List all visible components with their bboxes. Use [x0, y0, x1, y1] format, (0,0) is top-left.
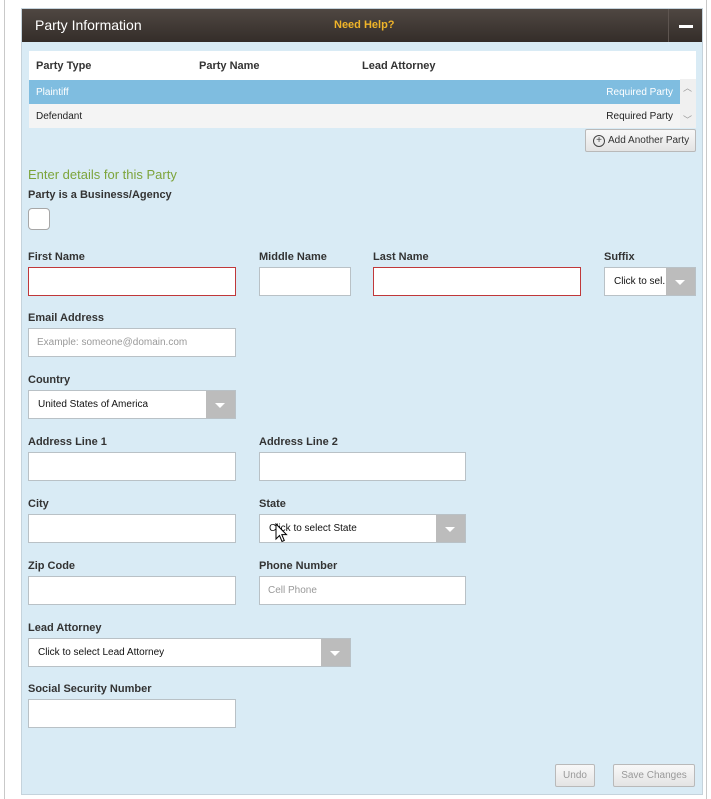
- lead-attorney-label: Lead Attorney: [28, 622, 102, 634]
- email-input[interactable]: Example: someone@domain.com: [28, 328, 236, 357]
- row-party-type: Plaintiff: [36, 87, 69, 98]
- grid-header: Party Type Party Name Lead Attorney: [29, 51, 696, 79]
- dropdown-button[interactable]: [321, 639, 350, 666]
- suffix-value: Click to sel...: [614, 276, 666, 287]
- party-information-panel: Party Information Need Help? Party Type …: [21, 8, 703, 795]
- email-label: Email Address: [28, 312, 105, 324]
- ssn-input[interactable]: [28, 699, 236, 728]
- country-value: United States of America: [38, 399, 149, 410]
- undo-button[interactable]: Undo: [555, 764, 595, 787]
- phone-number-input[interactable]: Cell Phone: [259, 576, 466, 605]
- row-party-type: Defendant: [36, 111, 83, 122]
- add-party-label: Add Another Party: [608, 135, 690, 146]
- state-select[interactable]: Click to select State: [259, 514, 466, 543]
- minus-icon: [679, 25, 693, 28]
- chevron-down-icon: [215, 403, 225, 408]
- last-name-input[interactable]: [373, 267, 581, 296]
- address-line-1-input[interactable]: [28, 452, 236, 481]
- plus-circle-icon: +: [593, 135, 605, 147]
- column-party-name[interactable]: Party Name: [199, 60, 260, 72]
- state-label: State: [259, 498, 286, 510]
- address-line-1-label: Address Line 1: [28, 436, 107, 448]
- last-name-label: Last Name: [373, 251, 429, 263]
- grid-row-defendant[interactable]: Defendant Required Party: [29, 104, 680, 128]
- chevron-down-icon: [445, 527, 455, 532]
- grid-scrollbar[interactable]: ︿ ﹀: [680, 79, 696, 128]
- address-line-2-input[interactable]: [259, 452, 466, 481]
- business-agency-label: Party is a Business/Agency: [28, 189, 172, 201]
- ssn-label: Social Security Number: [28, 683, 152, 695]
- zip-code-label: Zip Code: [28, 560, 76, 572]
- lead-attorney-select[interactable]: Click to select Lead Attorney: [28, 638, 351, 667]
- country-select[interactable]: United States of America: [28, 390, 236, 419]
- row-status: Required Party: [606, 87, 673, 98]
- first-name-input[interactable]: [28, 267, 236, 296]
- mouse-pointer-icon: [275, 523, 288, 543]
- scroll-up-icon[interactable]: ︿: [683, 81, 692, 94]
- chevron-down-icon: [675, 280, 685, 285]
- zip-code-input[interactable]: [28, 576, 236, 605]
- scroll-down-icon[interactable]: ﹀: [683, 113, 692, 126]
- suffix-label: Suffix: [604, 251, 635, 263]
- country-label: Country: [28, 374, 71, 386]
- city-label: City: [28, 498, 49, 510]
- dropdown-button[interactable]: [666, 268, 695, 295]
- city-input[interactable]: [28, 514, 236, 543]
- panel-title: Party Information: [35, 17, 142, 33]
- dropdown-button[interactable]: [436, 515, 465, 542]
- lead-attorney-value: Click to select Lead Attorney: [38, 647, 165, 658]
- address-line-2-label: Address Line 2: [259, 436, 338, 448]
- middle-name-label: Middle Name: [259, 251, 327, 263]
- phone-number-label: Phone Number: [259, 560, 338, 572]
- section-title: Enter details for this Party: [28, 167, 177, 182]
- party-grid: Party Type Party Name Lead Attorney Plai…: [29, 51, 696, 128]
- page-frame: Party Information Need Help? Party Type …: [4, 0, 707, 799]
- column-party-type[interactable]: Party Type: [36, 60, 91, 72]
- grid-row-plaintiff[interactable]: Plaintiff Required Party: [29, 80, 680, 104]
- panel-header: Party Information Need Help?: [22, 9, 702, 42]
- middle-name-input[interactable]: [259, 267, 351, 296]
- need-help-link[interactable]: Need Help?: [334, 19, 395, 31]
- business-agency-checkbox[interactable]: [28, 208, 50, 230]
- column-lead-attorney[interactable]: Lead Attorney: [362, 60, 436, 72]
- chevron-down-icon: [330, 651, 340, 656]
- suffix-select[interactable]: Click to sel...: [604, 267, 696, 296]
- row-status: Required Party: [606, 111, 673, 122]
- collapse-button[interactable]: [668, 9, 702, 42]
- save-changes-button[interactable]: Save Changes: [613, 764, 695, 787]
- first-name-label: First Name: [28, 251, 85, 263]
- dropdown-button[interactable]: [206, 391, 235, 418]
- add-another-party-button[interactable]: + Add Another Party: [585, 129, 696, 152]
